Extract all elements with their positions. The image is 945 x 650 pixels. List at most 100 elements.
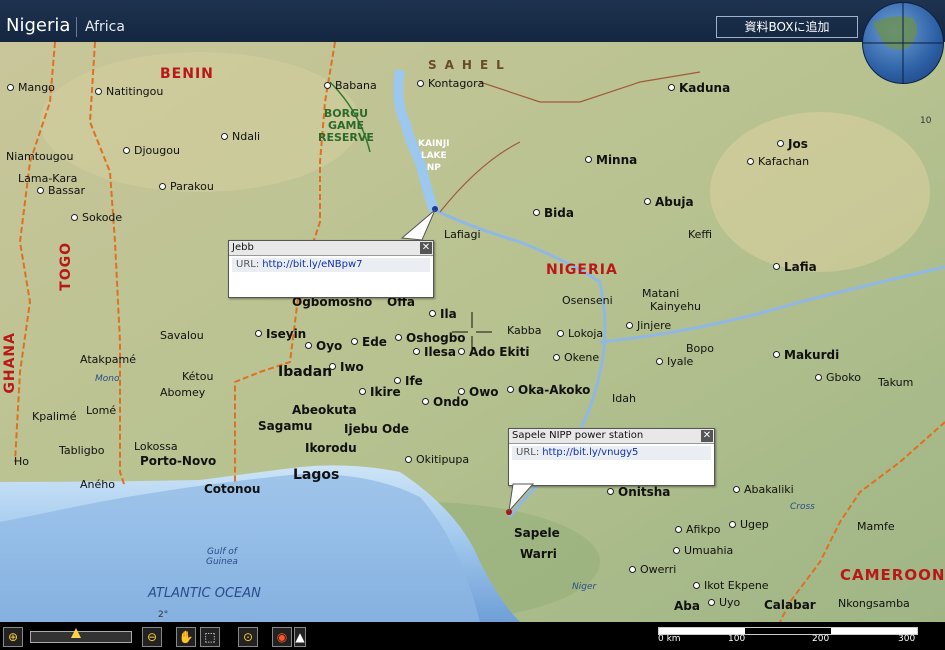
place-label: Niamtougou [6, 150, 74, 163]
place-label: Kafachan [746, 155, 810, 168]
place-label: Ikot Ekpene [693, 579, 769, 592]
zoom-in-icon[interactable]: ⊕ [3, 627, 23, 647]
map-popup-sapele[interactable]: Sapele NIPP power station ✕ URL: http://b… [508, 428, 715, 486]
place-label: Abakaliki [733, 483, 794, 496]
place-label: Abomey [160, 386, 206, 399]
place-label: Parakou [159, 180, 214, 193]
url-label: URL: [516, 447, 540, 458]
place-label: Uyo [707, 596, 741, 609]
page-title: Nigeria [6, 15, 71, 36]
zoom-thumb[interactable] [71, 628, 81, 638]
region-label-sahel: SAHEL [428, 58, 512, 72]
place-label: Ho [14, 455, 30, 468]
zoom-slider[interactable] [30, 628, 132, 643]
place-label: Djougou [123, 144, 180, 157]
title-divider [76, 17, 77, 37]
longitude-mark: 2° [158, 610, 169, 620]
scale-label: 0 km [658, 634, 681, 644]
place-label: Onitsha [606, 485, 671, 499]
url-link[interactable]: http://bit.ly/vnugy5 [542, 447, 638, 458]
park-label-kainji: KAINJI LAKE NP [418, 139, 450, 173]
place-label: Lomé [86, 404, 117, 417]
water-label-mono: Mono [95, 374, 120, 384]
place-label: Aného [80, 478, 115, 491]
place-label: Ndali [220, 130, 261, 143]
hand-pan-icon[interactable]: ✋ [176, 627, 196, 647]
popup-pointer [400, 209, 436, 241]
place-label: Natitingou [94, 85, 164, 98]
select-icon[interactable]: ⬚ [200, 627, 220, 647]
place-label: Owerri [628, 563, 677, 576]
place-label: Oka-Akoko [506, 383, 591, 397]
scale-label: 200 [812, 634, 830, 644]
place-label: Savalou [160, 329, 204, 342]
place-label: Ondo [422, 395, 469, 409]
water-label-atlantic: ATLANTIC OCEAN [148, 586, 261, 601]
place-label: Osenseni [562, 294, 613, 307]
water-label-gulf: Gulf of Guinea [206, 547, 238, 567]
place-label: Lokoja [556, 327, 604, 340]
url-link[interactable]: http://bit.ly/eNBpw7 [262, 259, 362, 270]
place-label: Jinjere [625, 319, 672, 332]
place-label: Okitipupa [404, 453, 470, 466]
place-label: Bopo [686, 342, 714, 355]
url-label: URL: [236, 259, 260, 270]
place-label: Lagos [293, 467, 340, 483]
map-view[interactable]: SAHEL BENIN NIGERIA TOGO GHANA CAMEROON … [0, 42, 945, 622]
place-label: Bida [533, 206, 574, 220]
place-label: Makurdi [772, 348, 840, 362]
place-label: Sagamu [258, 419, 313, 433]
place-label: Mango [7, 81, 55, 94]
place-label: Sokode [70, 211, 123, 224]
map-toolbar: ⊕ ⊖ ✋ ⬚ ⊙ ◉ ▲ 0 km 100 200 300 [0, 622, 945, 650]
country-label-benin: BENIN [160, 66, 214, 82]
place-label: Warri [520, 547, 557, 561]
place-label: Kétou [182, 370, 214, 383]
place-label: Atakpamé [80, 353, 136, 366]
place-label: Kaduna [667, 81, 731, 95]
place-label: Owo [458, 385, 499, 399]
place-label: Iwo [329, 360, 364, 374]
water-label-cross: Cross [790, 502, 815, 512]
place-label: Lafia [773, 260, 817, 274]
chevron-up-icon[interactable]: ▲ [294, 627, 306, 647]
place-label: Lokossa [134, 440, 178, 453]
place-label: Oyo [304, 339, 343, 353]
place-label: Tabligbo [59, 444, 105, 457]
place-label: Nkongsamba [838, 597, 910, 610]
title-bar: Nigeria Africa 資料BOXに追加 [0, 0, 945, 43]
place-label: Ikorodu [305, 441, 357, 455]
place-label: Kontagora [416, 77, 485, 90]
place-label: Iyale [655, 355, 694, 368]
close-icon[interactable]: ✕ [701, 430, 713, 442]
place-label: Porto-Novo [140, 454, 217, 468]
place-label: Mamfe [857, 520, 895, 533]
place-label: Bassar [36, 184, 86, 197]
globe-overview-icon[interactable] [862, 2, 944, 84]
park-label-borgu: BORGU GAME RESERVE [318, 107, 374, 144]
place-label: Umuahia [672, 544, 734, 557]
place-label: Ijebu Ode [344, 422, 409, 436]
scale-label: 300 [898, 634, 916, 644]
place-label: Babana [324, 79, 377, 92]
place-label: Kpalimé [32, 410, 77, 423]
scale-label: 100 [728, 634, 746, 644]
target-icon[interactable]: ⊙ [238, 627, 258, 647]
place-label: Afikpo [675, 523, 721, 536]
place-label: Gboko [815, 371, 861, 384]
zoom-out-icon[interactable]: ⊖ [142, 627, 162, 647]
country-label-nigeria: NIGERIA [546, 262, 618, 278]
globe-icon[interactable]: ◉ [272, 627, 292, 647]
water-label-niger: Niger [572, 582, 597, 592]
place-label: Ikire [359, 385, 401, 399]
add-to-box-button[interactable]: 資料BOXに追加 [716, 16, 858, 38]
place-label: Matani [642, 287, 680, 300]
place-label: Minna [584, 153, 638, 167]
popup-title: Jebb [232, 242, 254, 253]
scale-bar [658, 627, 918, 635]
place-label: Abuja [644, 195, 694, 209]
place-label: Ife [394, 374, 423, 388]
place-label: Jos [777, 137, 808, 151]
place-label: Kabba [507, 324, 542, 337]
crosshair-icon [452, 312, 492, 352]
